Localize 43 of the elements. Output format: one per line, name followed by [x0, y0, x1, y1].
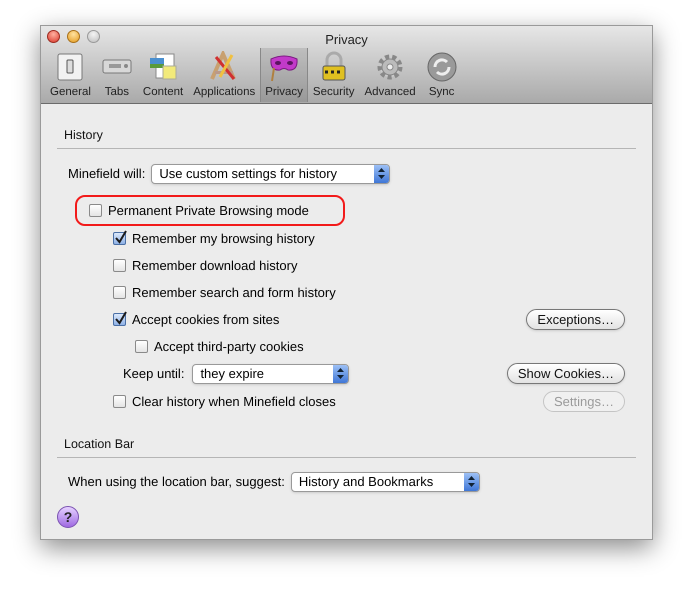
checkbox-label: Clear history when Minefield closes — [132, 392, 336, 411]
section-heading: History — [63, 127, 104, 144]
stepper-icon — [374, 164, 390, 183]
toolbar-tab[interactable]: Sync — [420, 48, 463, 102]
window-title: Privacy — [325, 32, 368, 47]
toolbar-tab[interactable]: Privacy — [260, 48, 308, 102]
toolbar-tab[interactable]: Content — [138, 48, 188, 102]
checkbox[interactable] — [135, 340, 148, 353]
stepper-icon — [464, 472, 479, 490]
field-label: Keep until: — [123, 365, 184, 383]
field-label: Minefield will: — [68, 165, 146, 183]
field-label: When using the location bar, suggest: — [68, 472, 285, 491]
close-icon[interactable] — [47, 30, 60, 43]
checkbox-label: Accept third-party cookies — [154, 338, 304, 356]
suggest-select[interactable]: History and Bookmarks — [290, 472, 480, 492]
toolbar-tab[interactable]: General — [45, 48, 96, 102]
zoom-icon[interactable] — [87, 30, 100, 43]
checkbox-label: Accept cookies from sites — [132, 310, 280, 329]
checkbox[interactable] — [113, 232, 126, 245]
checkmark-icon — [115, 310, 127, 325]
sync-icon — [426, 51, 458, 83]
toolbar-tab[interactable]: Advanced — [359, 48, 421, 102]
toolbar-tab[interactable]: Applications — [188, 48, 260, 102]
checkbox-label: Remember download history — [132, 256, 298, 275]
checkbox-label: Permanent Private Browsing mode — [108, 202, 309, 220]
minimize-icon[interactable] — [67, 30, 80, 43]
checkbox[interactable] — [113, 286, 126, 299]
push-button[interactable]: Exceptions… — [526, 308, 625, 330]
checkbox[interactable] — [113, 394, 126, 408]
toolbar-tab[interactable]: Security — [308, 48, 360, 102]
checkbox-label: Remember my browsing history — [132, 230, 315, 248]
section-heading: Location Bar — [63, 436, 136, 453]
keep-until-select[interactable]: they expire — [192, 364, 350, 384]
history-mode-select[interactable]: Use custom settings for history — [151, 164, 390, 184]
checkbox[interactable] — [113, 258, 126, 272]
push-button[interactable]: Show Cookies… — [506, 363, 625, 384]
checkbox[interactable] — [113, 312, 126, 326]
toolbar-tab[interactable]: Tabs — [96, 48, 138, 102]
checkbox[interactable] — [89, 204, 102, 217]
help-button[interactable]: ? — [57, 506, 79, 528]
checkmark-icon — [115, 230, 127, 244]
stepper-icon — [333, 364, 348, 383]
checkbox-label: Remember search and form history — [132, 284, 336, 302]
